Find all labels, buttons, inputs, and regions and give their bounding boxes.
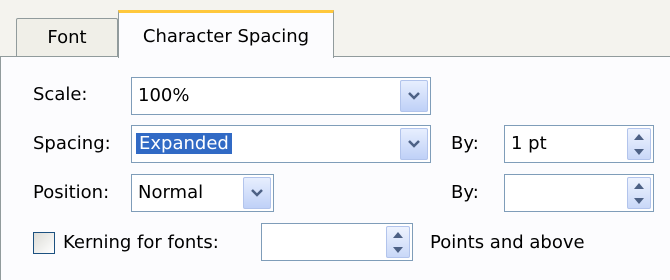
spacing-dropdown-button[interactable] bbox=[400, 128, 428, 160]
scale-label: Scale: bbox=[33, 84, 88, 105]
kerning-points-spinner[interactable] bbox=[261, 223, 413, 261]
tab-font-label: Font bbox=[47, 27, 87, 48]
tab-character-spacing[interactable]: Character Spacing bbox=[118, 10, 334, 58]
position-by-spinner[interactable] bbox=[504, 174, 654, 212]
position-label: Position: bbox=[33, 182, 110, 203]
spin-down-icon[interactable] bbox=[628, 144, 650, 159]
chevron-down-icon bbox=[408, 140, 420, 148]
chevron-down-icon bbox=[251, 189, 263, 197]
kerning-suffix-label: Points and above bbox=[430, 232, 585, 253]
position-by-spin-buttons[interactable] bbox=[627, 177, 651, 209]
scale-combobox[interactable]: 100% bbox=[131, 77, 431, 115]
spin-down-icon[interactable] bbox=[387, 242, 409, 257]
spin-up-icon[interactable] bbox=[628, 178, 650, 193]
spacing-label: Spacing: bbox=[33, 133, 111, 154]
spin-up-icon[interactable] bbox=[628, 129, 650, 144]
spacing-combobox[interactable]: Expanded bbox=[131, 125, 431, 163]
kerning-spin-buttons[interactable] bbox=[386, 226, 410, 258]
tab-character-spacing-label: Character Spacing bbox=[142, 26, 310, 47]
spacing-value: Expanded bbox=[136, 133, 232, 154]
spin-down-icon[interactable] bbox=[628, 193, 650, 208]
kerning-checkbox[interactable] bbox=[33, 232, 55, 254]
character-spacing-panel: Scale: 100% Spacing: Expanded By: 1 pt P… bbox=[0, 56, 670, 280]
spin-up-icon[interactable] bbox=[387, 227, 409, 242]
scale-value: 100% bbox=[138, 85, 190, 106]
chevron-down-icon bbox=[408, 92, 420, 100]
font-dialog: Font Character Spacing Scale: 100% Spaci… bbox=[0, 0, 670, 280]
tab-strip: Font Character Spacing bbox=[0, 0, 670, 58]
position-value: Normal bbox=[138, 182, 204, 203]
tab-font[interactable]: Font bbox=[16, 18, 118, 56]
spacing-by-value: 1 pt bbox=[511, 133, 547, 154]
position-combobox[interactable]: Normal bbox=[131, 174, 274, 212]
spacing-by-spinner[interactable]: 1 pt bbox=[504, 125, 654, 163]
position-by-label: By: bbox=[451, 182, 479, 203]
scale-dropdown-button[interactable] bbox=[400, 80, 428, 112]
spacing-by-spin-buttons[interactable] bbox=[627, 128, 651, 160]
kerning-label: Kerning for fonts: bbox=[63, 232, 219, 253]
spacing-by-label: By: bbox=[451, 133, 479, 154]
position-dropdown-button[interactable] bbox=[243, 177, 271, 209]
